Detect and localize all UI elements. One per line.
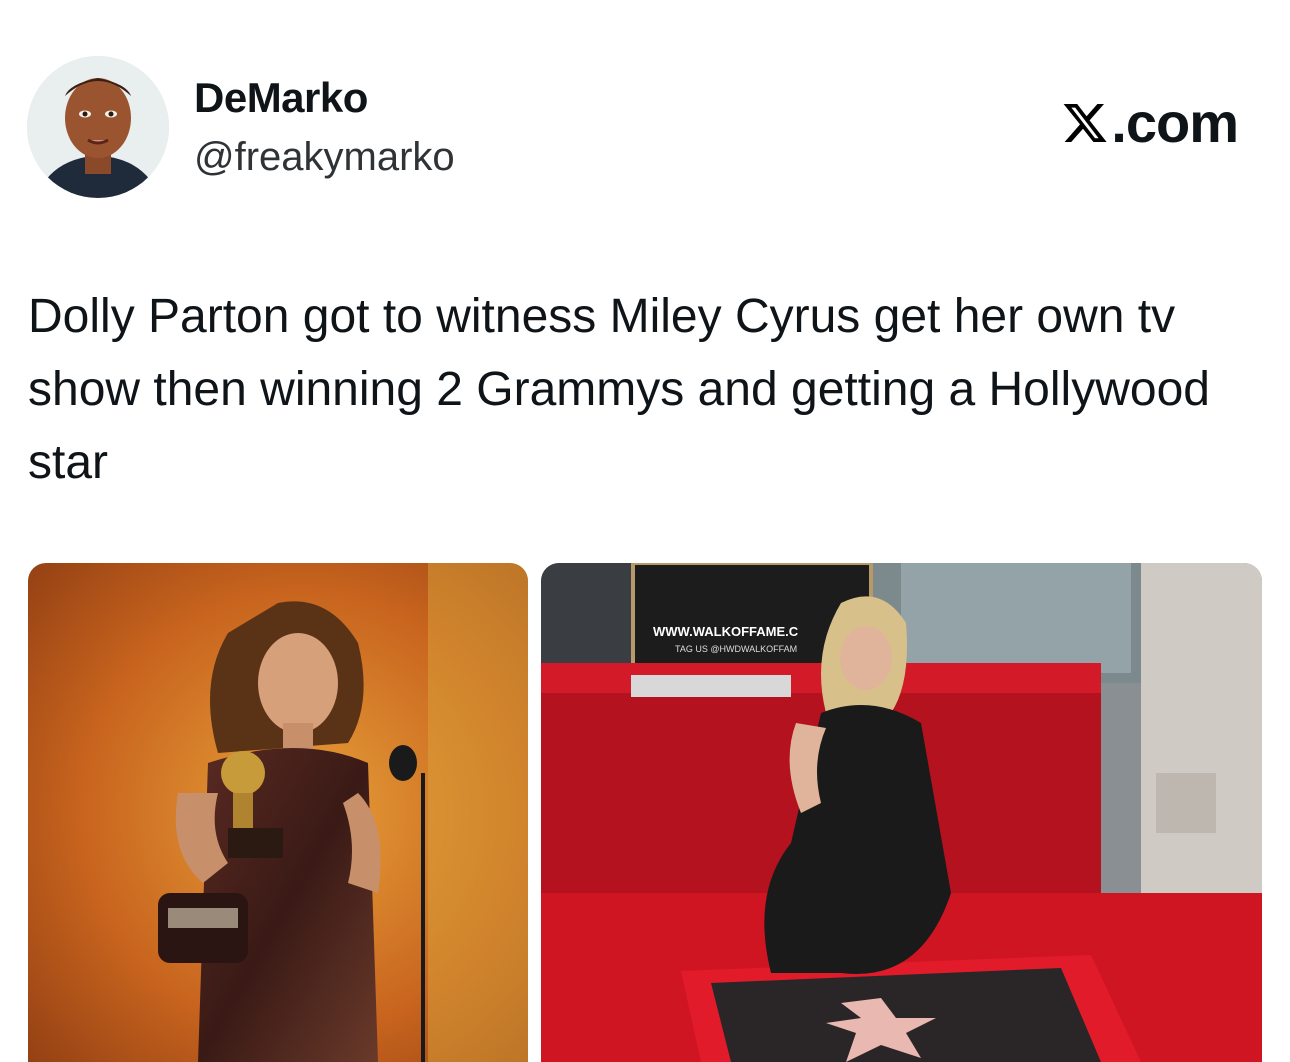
user-handle[interactable]: @freakymarko bbox=[194, 135, 455, 180]
media-photo-left[interactable] bbox=[28, 563, 528, 1062]
x-logo-icon bbox=[1063, 103, 1107, 142]
x-com-logo: .com bbox=[1061, 90, 1239, 155]
sign-url: WWW.WALKOFFAME.C bbox=[653, 624, 799, 639]
profile-photo-icon bbox=[27, 56, 169, 198]
tweet-header: DeMarko @freakymarko .com bbox=[0, 0, 1290, 240]
media-photo-right[interactable]: WWW.WALKOFFAME.C TAG US @HWDWALKOFFAM bbox=[541, 563, 1262, 1062]
grammy-photo-icon bbox=[28, 563, 528, 1062]
sign-tag: TAG US @HWDWALKOFFAM bbox=[675, 644, 797, 654]
tweet-text: Dolly Parton got to witness Miley Cyrus … bbox=[28, 290, 1210, 489]
display-name[interactable]: DeMarko bbox=[194, 74, 368, 122]
walk-of-fame-photo-icon: WWW.WALKOFFAME.C TAG US @HWDWALKOFFAM bbox=[541, 563, 1262, 1062]
avatar[interactable] bbox=[27, 56, 169, 198]
domain-suffix: .com bbox=[1111, 91, 1239, 154]
